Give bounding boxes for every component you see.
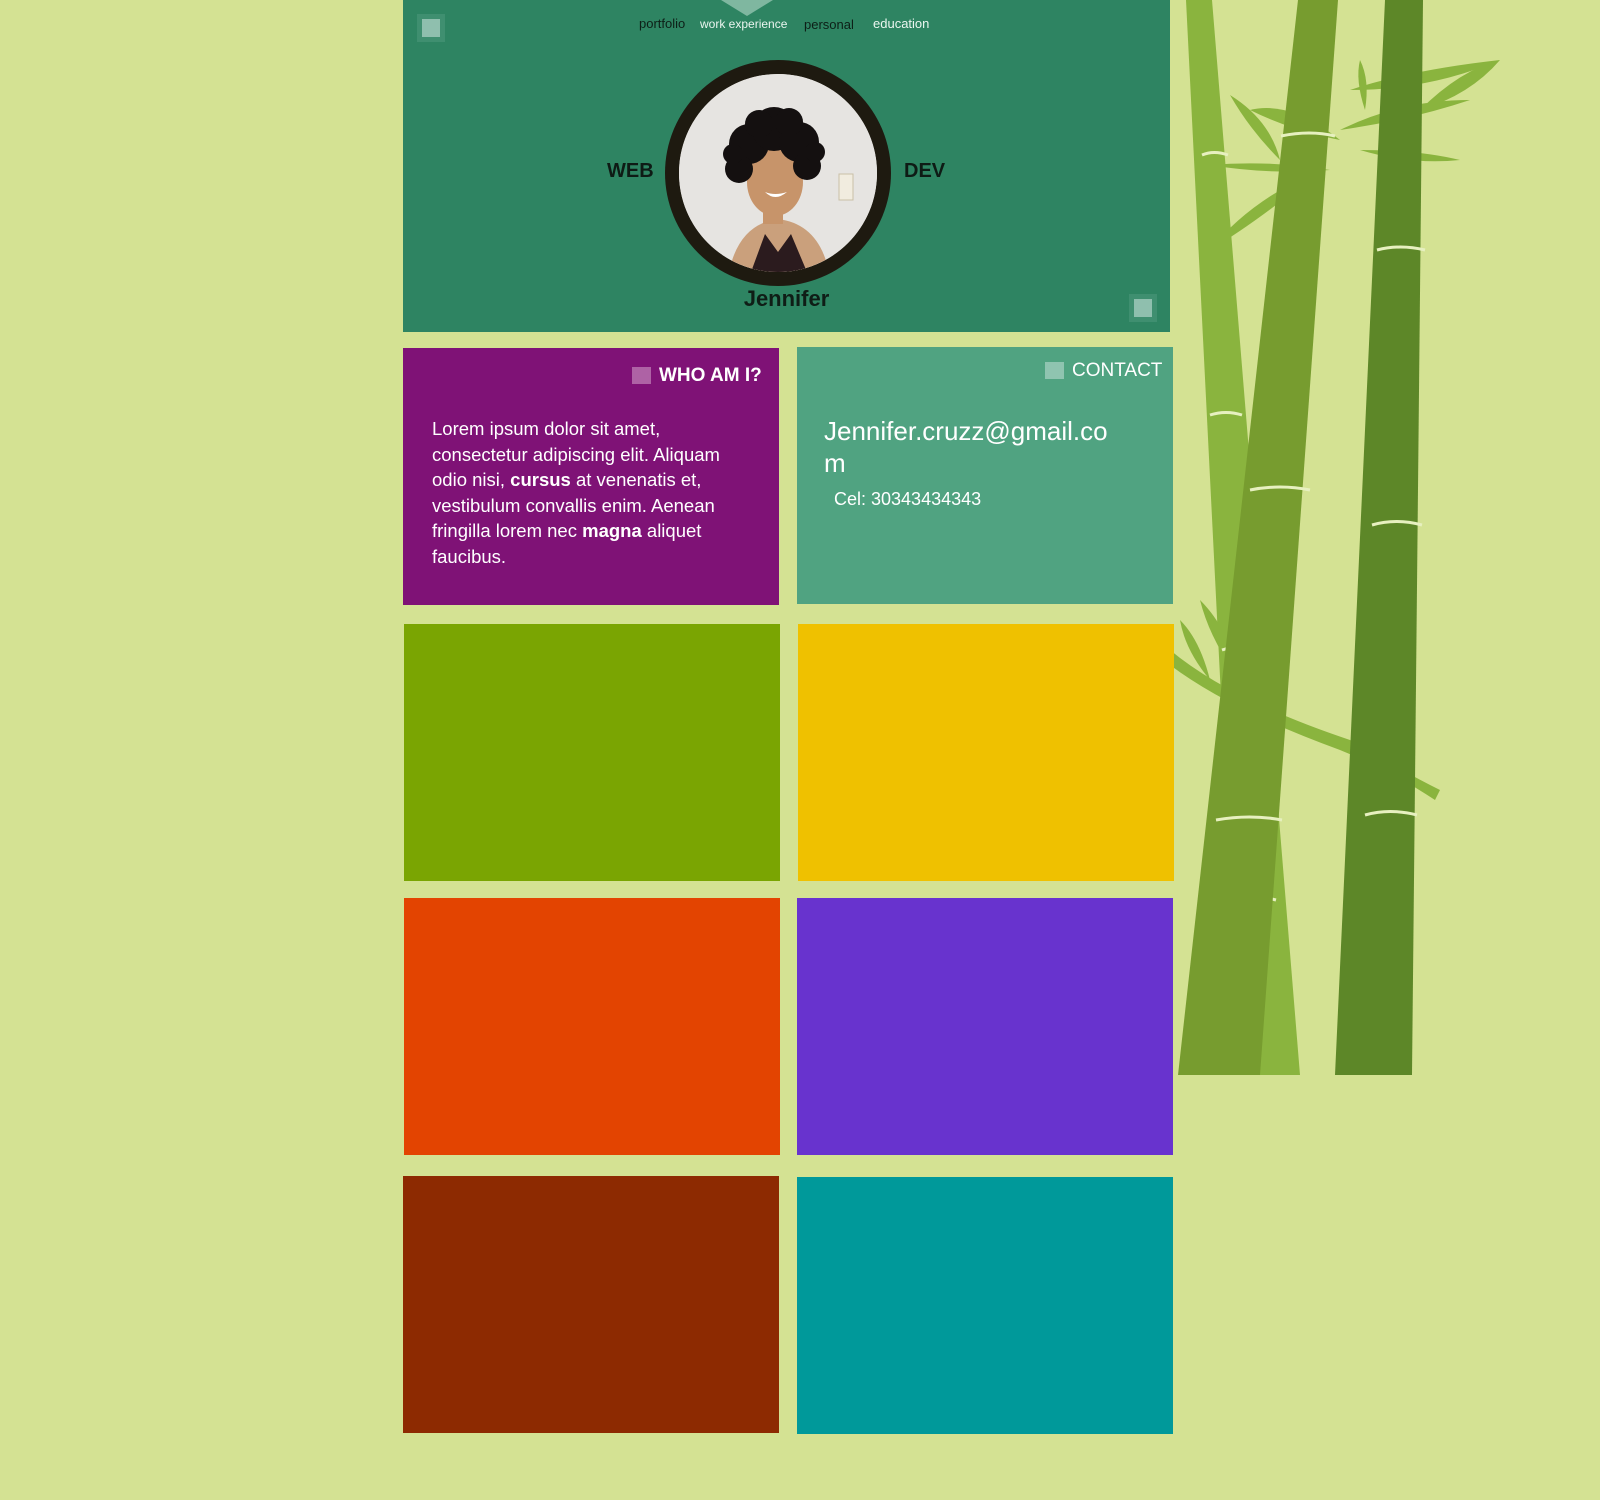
contact-email[interactable]: Jennifer.cruzz@gmail.com bbox=[824, 415, 1124, 479]
about-tile: WHO AM I? Lorem ipsum dolor sit amet, co… bbox=[403, 348, 779, 605]
contact-tile: CONTACT Jennifer.cruzz@gmail.com Cel: 30… bbox=[797, 347, 1173, 604]
nav-pointer-icon bbox=[721, 0, 773, 16]
bamboo-illustration bbox=[1170, 0, 1500, 1075]
tile-green[interactable] bbox=[404, 624, 780, 881]
avatar bbox=[665, 60, 891, 286]
header-square-icon-top bbox=[422, 19, 440, 37]
nav-personal[interactable]: personal bbox=[804, 17, 854, 32]
tile-teal[interactable] bbox=[797, 1177, 1173, 1434]
about-square-icon bbox=[632, 367, 651, 384]
tile-brown[interactable] bbox=[403, 1176, 779, 1433]
nav-work-experience[interactable]: work experience bbox=[700, 17, 787, 31]
avatar-photo bbox=[679, 74, 877, 272]
tile-purple[interactable] bbox=[797, 898, 1173, 1155]
role-right: DEV bbox=[904, 160, 946, 182]
tile-yellow[interactable] bbox=[798, 624, 1174, 881]
about-text: Lorem ipsum dolor sit amet, consectetur … bbox=[432, 418, 720, 567]
tile-orange[interactable] bbox=[404, 898, 780, 1155]
nav-portfolio[interactable]: portfolio bbox=[639, 16, 685, 31]
header: portfolio work experience personal educa… bbox=[403, 0, 1170, 332]
contact-title: CONTACT bbox=[1072, 360, 1163, 381]
contact-phone: Cel: 30343434343 bbox=[834, 489, 982, 509]
profile-name: Jennifer bbox=[743, 286, 830, 311]
nav-education[interactable]: education bbox=[873, 16, 929, 31]
about-title: WHO AM I? bbox=[659, 365, 762, 386]
contact-square-icon bbox=[1045, 362, 1064, 379]
role-left: WEB bbox=[607, 160, 654, 182]
